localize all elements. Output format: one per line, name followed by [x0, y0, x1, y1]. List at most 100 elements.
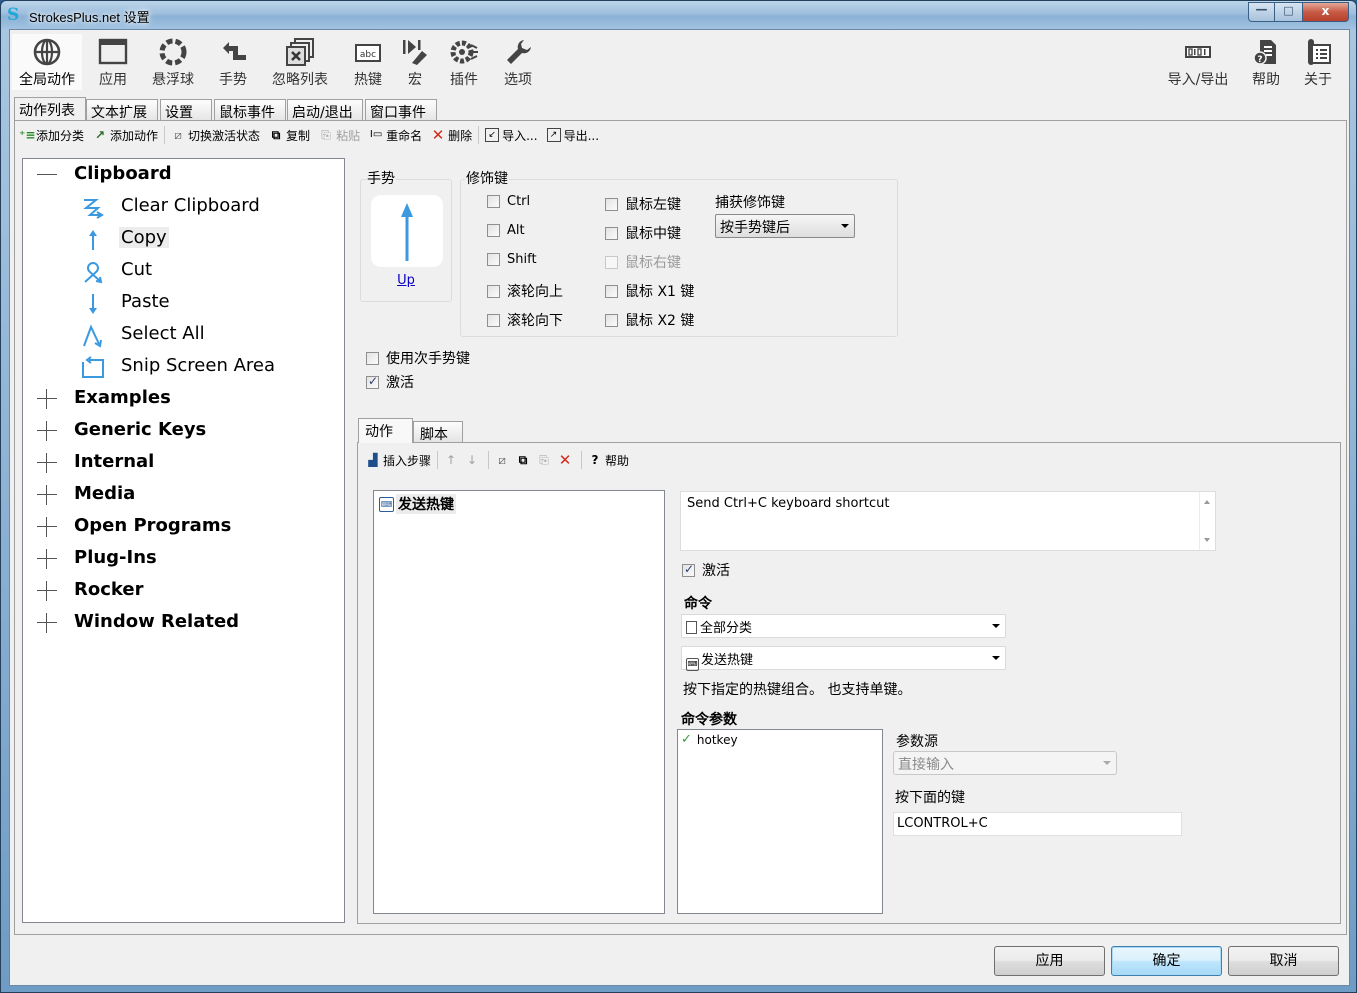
cancel-button[interactable]: 取消 [1228, 946, 1339, 976]
modifier-middle-mouse-checkbox[interactable]: 鼠标中键 [605, 223, 681, 243]
tree-item[interactable]: Paste [23, 289, 344, 317]
step-description-input[interactable]: Send Ctrl+C keyboard shortcut [680, 491, 1216, 551]
ribbon-options[interactable]: 选项 [496, 34, 540, 90]
scroll-down-icon [1204, 538, 1210, 542]
tab-window-events[interactable]: 窗口事件 [365, 99, 437, 121]
tree-category[interactable]: Rocker [23, 577, 344, 605]
expand-icon[interactable] [37, 453, 57, 473]
move-down-button[interactable]: ↓ [465, 453, 482, 467]
tree-item[interactable]: Snip Screen Area [23, 353, 344, 381]
tree-item[interactable]: Clear Clipboard [23, 193, 344, 221]
tree-item[interactable]: Copy [23, 225, 344, 253]
add-action-button[interactable]: ↗ 添加动作 [93, 127, 158, 144]
expand-icon[interactable] [37, 613, 57, 633]
arrow-up-icon: ↑ [445, 453, 457, 467]
command-params-list[interactable]: ✓ hotkey [677, 729, 883, 914]
ribbon-floater[interactable]: 悬浮球 [144, 34, 202, 90]
hotkey-input[interactable]: LCONTROL+C [893, 812, 1182, 836]
modifier-shift-checkbox[interactable]: Shift [487, 252, 537, 267]
modifier-wheel-up-checkbox[interactable]: 滚轮向上 [487, 281, 563, 301]
expand-icon[interactable] [37, 549, 57, 569]
ribbon-gestures[interactable]: 手势 [210, 34, 256, 90]
tree-category[interactable]: Plug-Ins [23, 545, 344, 573]
tree-category[interactable]: Internal [23, 449, 344, 477]
export-button[interactable]: ↗ 导出... [546, 127, 599, 144]
capture-modifiers-select[interactable]: 按手势键后 [715, 214, 855, 238]
delete-button[interactable]: ✕ 删除 [431, 127, 472, 144]
tab-action-list[interactable]: 动作列表 [14, 97, 86, 120]
close-button[interactable]: x [1303, 2, 1349, 22]
tree-category-clipboard[interactable]: Clipboard [23, 161, 344, 189]
toggle-active-icon: ⧄ [498, 453, 506, 467]
modifier-x1-checkbox[interactable]: 鼠标 X1 键 [605, 281, 694, 301]
import-button[interactable]: ↙ 导入... [485, 127, 538, 144]
expand-icon[interactable] [37, 389, 57, 409]
list-item[interactable]: ⌨ 发送热键 [379, 494, 456, 514]
action-active-checkbox[interactable]: 激活 [366, 372, 414, 392]
step-active-checkbox[interactable]: 激活 [682, 560, 730, 580]
modifier-right-mouse-checkbox[interactable]: 鼠标右键 [605, 252, 681, 272]
minimize-button[interactable]: — [1248, 2, 1275, 22]
rename-button[interactable]: I▭ 重命名 [369, 127, 422, 144]
tree-category[interactable]: Window Related [23, 609, 344, 637]
arrow-down-gesture-icon [81, 292, 105, 316]
step-help-button[interactable]: ? 帮助 [588, 452, 630, 469]
steps-list[interactable]: ⌨ 发送热键 [373, 490, 665, 914]
insert-step-button[interactable]: ▟ 插入步骤 [366, 452, 431, 469]
delete-step-button[interactable]: ✕ [558, 453, 575, 468]
paste-step-button[interactable]: ⎘ [537, 453, 554, 467]
expand-icon[interactable] [37, 517, 57, 537]
tab-startup-exit[interactable]: 启动/退出 [287, 99, 363, 121]
list-item[interactable]: ✓ hotkey [681, 732, 738, 747]
paste-button[interactable]: ⎘ 粘贴 [319, 127, 360, 144]
tree-category[interactable]: Media [23, 481, 344, 509]
ribbon-about[interactable]: 关于 [1298, 34, 1338, 90]
tab-text-expansion[interactable]: 文本扩展 [86, 99, 158, 121]
ribbon-import-export[interactable]: 导入/导出 [1162, 34, 1234, 90]
tab-settings[interactable]: 设置 [160, 99, 212, 121]
expand-icon[interactable] [37, 421, 57, 441]
toggle-active-button[interactable]: ⧄ 切换激活状态 [171, 127, 260, 144]
expand-icon[interactable] [37, 485, 57, 505]
ribbon-ignore-list[interactable]: 忽略列表 [266, 34, 334, 90]
copy-step-button[interactable]: ⧉ [516, 453, 533, 467]
toggle-step-button[interactable]: ⧄ [495, 453, 512, 467]
ribbon-apps[interactable]: 应用 [90, 34, 136, 90]
modifier-left-mouse-checkbox[interactable]: 鼠标左键 [605, 194, 681, 214]
copy-button[interactable]: ⧉ 复制 [269, 127, 310, 144]
command-select[interactable]: ⌨ 发送热键 [681, 646, 1006, 671]
tree-category[interactable]: Examples [23, 385, 344, 413]
tab-script[interactable]: 脚本 [413, 421, 463, 443]
ribbon-help[interactable]: ? 帮助 [1246, 34, 1286, 90]
expand-icon[interactable] [37, 581, 57, 601]
gesture-preview[interactable] [371, 195, 443, 267]
tree-item[interactable]: Cut [23, 257, 344, 285]
secondary-gesture-checkbox[interactable]: 使用次手势键 [366, 348, 470, 368]
param-source-select[interactable]: 直接输入 [893, 751, 1117, 775]
ribbon-hotkeys[interactable]: abc 热键 [346, 34, 390, 90]
command-category-select[interactable]: 全部分类 [681, 614, 1006, 638]
ribbon-plugins[interactable]: 插件 [444, 34, 484, 90]
maximize-button[interactable]: □ [1275, 2, 1303, 22]
modifier-wheel-down-checkbox[interactable]: 滚轮向下 [487, 310, 563, 330]
ribbon-global-actions[interactable]: 全局动作 [12, 34, 82, 90]
tab-action[interactable]: 动作 [358, 418, 413, 443]
move-up-button[interactable]: ↑ [444, 453, 461, 467]
add-category-button[interactable]: ⁺≡ 添加分类 [19, 127, 84, 144]
gesture-name-link[interactable]: Up [361, 273, 451, 288]
apply-button[interactable]: 应用 [994, 946, 1105, 976]
send-hotkey-icon: ⌨ [379, 496, 394, 512]
tree-item[interactable]: Select All [23, 321, 344, 349]
tab-mouse-events[interactable]: 鼠标事件 [214, 99, 286, 121]
action-tree[interactable]: Clipboard Clear Clipboard Copy Cut Paste… [22, 158, 345, 923]
collapse-icon[interactable] [37, 165, 57, 185]
ok-button[interactable]: 确定 [1111, 946, 1222, 976]
modifier-alt-checkbox[interactable]: Alt [487, 223, 525, 238]
modifier-x2-checkbox[interactable]: 鼠标 X2 键 [605, 310, 694, 330]
ribbon-macros[interactable]: 宏 [398, 34, 432, 90]
title-bar[interactable]: S StrokesPlus.net 设置 — □ x [1, 1, 1356, 29]
tree-category[interactable]: Generic Keys [23, 417, 344, 445]
modifier-ctrl-checkbox[interactable]: Ctrl [487, 194, 530, 209]
tree-category[interactable]: Open Programs [23, 513, 344, 541]
description-scrollbar[interactable] [1199, 492, 1215, 550]
